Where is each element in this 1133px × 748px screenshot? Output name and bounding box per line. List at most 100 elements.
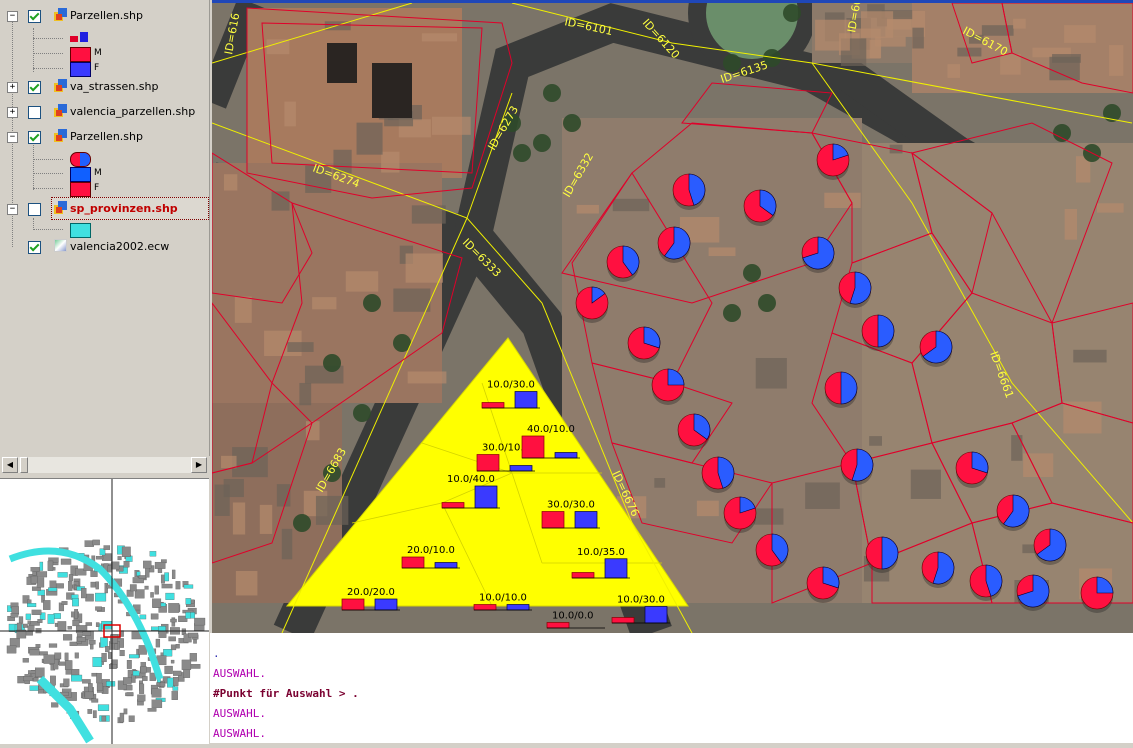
- pie-chart[interactable]: [816, 143, 850, 180]
- layer-name[interactable]: Parzellen.shp: [70, 130, 143, 143]
- pie-chart[interactable]: [969, 564, 1003, 601]
- overview-parcel: [139, 614, 147, 620]
- scroll-left-icon[interactable]: ◀: [2, 457, 18, 473]
- layer-visibility-checkbox[interactable]: [28, 81, 41, 94]
- roof: [947, 64, 961, 78]
- layer-visibility-checkbox[interactable]: [28, 10, 41, 23]
- pie-chart[interactable]: [627, 326, 661, 363]
- overview-parcel: [6, 645, 17, 654]
- layer-row-valencia2002[interactable]: valencia2002.ecw: [0, 237, 209, 257]
- pie-chart[interactable]: [657, 226, 691, 263]
- layer-panel-scrollbar[interactable]: ◀ ▶: [2, 457, 207, 473]
- overview-parcel: [123, 708, 128, 715]
- overview-parcel: [30, 567, 40, 572]
- overview-parcel: [100, 637, 108, 648]
- pie-chart[interactable]: [996, 494, 1030, 531]
- pie-chart[interactable]: [921, 551, 955, 588]
- command-console[interactable]: . AUSWAHL. #Punkt für Auswahl > . AUSWAH…: [210, 633, 1133, 743]
- layer-name[interactable]: va_strassen.shp: [70, 80, 158, 93]
- pie-chart[interactable]: [801, 236, 835, 273]
- pie-chart[interactable]: [1033, 528, 1067, 565]
- roof: [356, 122, 383, 155]
- collapse-icon[interactable]: −: [7, 204, 18, 215]
- tree-line: [33, 68, 63, 69]
- layer-visibility-checkbox[interactable]: [28, 241, 41, 254]
- overview-parcel: [121, 546, 131, 557]
- overview-parcel: [150, 613, 159, 620]
- roof: [421, 33, 458, 42]
- collapse-icon[interactable]: −: [7, 11, 18, 22]
- pie-chart[interactable]: [701, 456, 735, 493]
- overview-parcel: [68, 581, 73, 591]
- layer-name[interactable]: Parzellen.shp: [70, 9, 143, 22]
- roof: [654, 478, 666, 488]
- overview-parcel: [37, 619, 43, 623]
- layer-name[interactable]: sp_provinzen.shp: [70, 202, 178, 215]
- pie-chart[interactable]: [1016, 574, 1050, 611]
- overview-parcel: [171, 691, 178, 700]
- layer-row-parzellen-1[interactable]: − Parzellen.shp: [0, 6, 209, 26]
- roof: [755, 357, 787, 389]
- pie-chart[interactable]: [824, 371, 858, 408]
- pie-chart[interactable]: [806, 566, 840, 603]
- map-canvas[interactable]: ID=6101 ID=6120 ID=6135 ID=6170 ID=6273 ID=62…: [212, 0, 1133, 633]
- layer-visibility-checkbox[interactable]: [28, 131, 41, 144]
- layer-name[interactable]: valencia_parzellen.shp: [70, 105, 195, 118]
- roof: [271, 191, 290, 211]
- pie-chart[interactable]: [651, 368, 685, 405]
- pie-chart[interactable]: [840, 448, 874, 485]
- overview-parcel: [67, 626, 72, 630]
- pie-chart[interactable]: [1080, 576, 1114, 613]
- bar-m: [476, 454, 500, 472]
- pie-chart[interactable]: [838, 271, 872, 308]
- overview-parcel: [185, 612, 191, 619]
- layer-row-va-strassen[interactable]: + va_strassen.shp: [0, 77, 209, 97]
- bar-m: [481, 402, 505, 409]
- pie-chart[interactable]: [723, 496, 757, 533]
- pie-chart[interactable]: [755, 533, 789, 570]
- pie-chart[interactable]: [919, 330, 953, 367]
- pie-chart[interactable]: [677, 413, 711, 450]
- roof: [431, 116, 471, 135]
- scroll-thumb[interactable]: [20, 457, 28, 473]
- layer-visibility-checkbox[interactable]: [28, 106, 41, 119]
- expand-icon[interactable]: +: [7, 107, 18, 118]
- layer-row-parzellen-2[interactable]: − Parzellen.shp: [0, 127, 209, 147]
- pie-chart[interactable]: [575, 286, 609, 323]
- overview-parcel: [95, 622, 100, 627]
- roof: [232, 502, 246, 535]
- overview-parcel: [53, 613, 61, 619]
- overview-parcel: [168, 603, 180, 613]
- bar-m: [341, 598, 365, 611]
- overview-parcel: [27, 620, 31, 625]
- bar-chart-label: 10.0/30.0: [617, 595, 665, 606]
- overview-parcel: [95, 592, 107, 602]
- tree-line: [33, 145, 34, 190]
- layer-visibility-checkbox[interactable]: [28, 203, 41, 216]
- bar-f: [434, 562, 458, 569]
- tree-line: [33, 53, 63, 54]
- layer-name[interactable]: valencia2002.ecw: [70, 240, 169, 253]
- overview-parcel: [123, 677, 132, 685]
- overview-map[interactable]: [0, 478, 209, 744]
- collapse-icon[interactable]: −: [7, 132, 18, 143]
- pie-chart[interactable]: [861, 314, 895, 351]
- bar-f: [574, 511, 598, 529]
- pie-chart[interactable]: [606, 245, 640, 282]
- roof: [223, 174, 238, 191]
- scroll-right-icon[interactable]: ▶: [191, 457, 207, 473]
- pie-chart[interactable]: [672, 173, 706, 210]
- layer-row-valencia-parzellen[interactable]: + valencia_parzellen.shp: [0, 102, 209, 122]
- overview-parcel: [91, 698, 99, 703]
- expand-icon[interactable]: +: [7, 82, 18, 93]
- overview-parcel: [125, 692, 134, 697]
- roof: [284, 101, 296, 127]
- pie-chart[interactable]: [865, 536, 899, 573]
- layer-row-sp-provinzen[interactable]: − sp_provinzen.shp: [0, 199, 209, 219]
- overview-parcel: [190, 599, 195, 604]
- overview-parcel: [77, 636, 86, 642]
- pie-chart[interactable]: [743, 189, 777, 226]
- overview-parcel: [163, 649, 173, 657]
- pie-chart[interactable]: [955, 451, 989, 488]
- overview-map-drawing: [0, 479, 209, 744]
